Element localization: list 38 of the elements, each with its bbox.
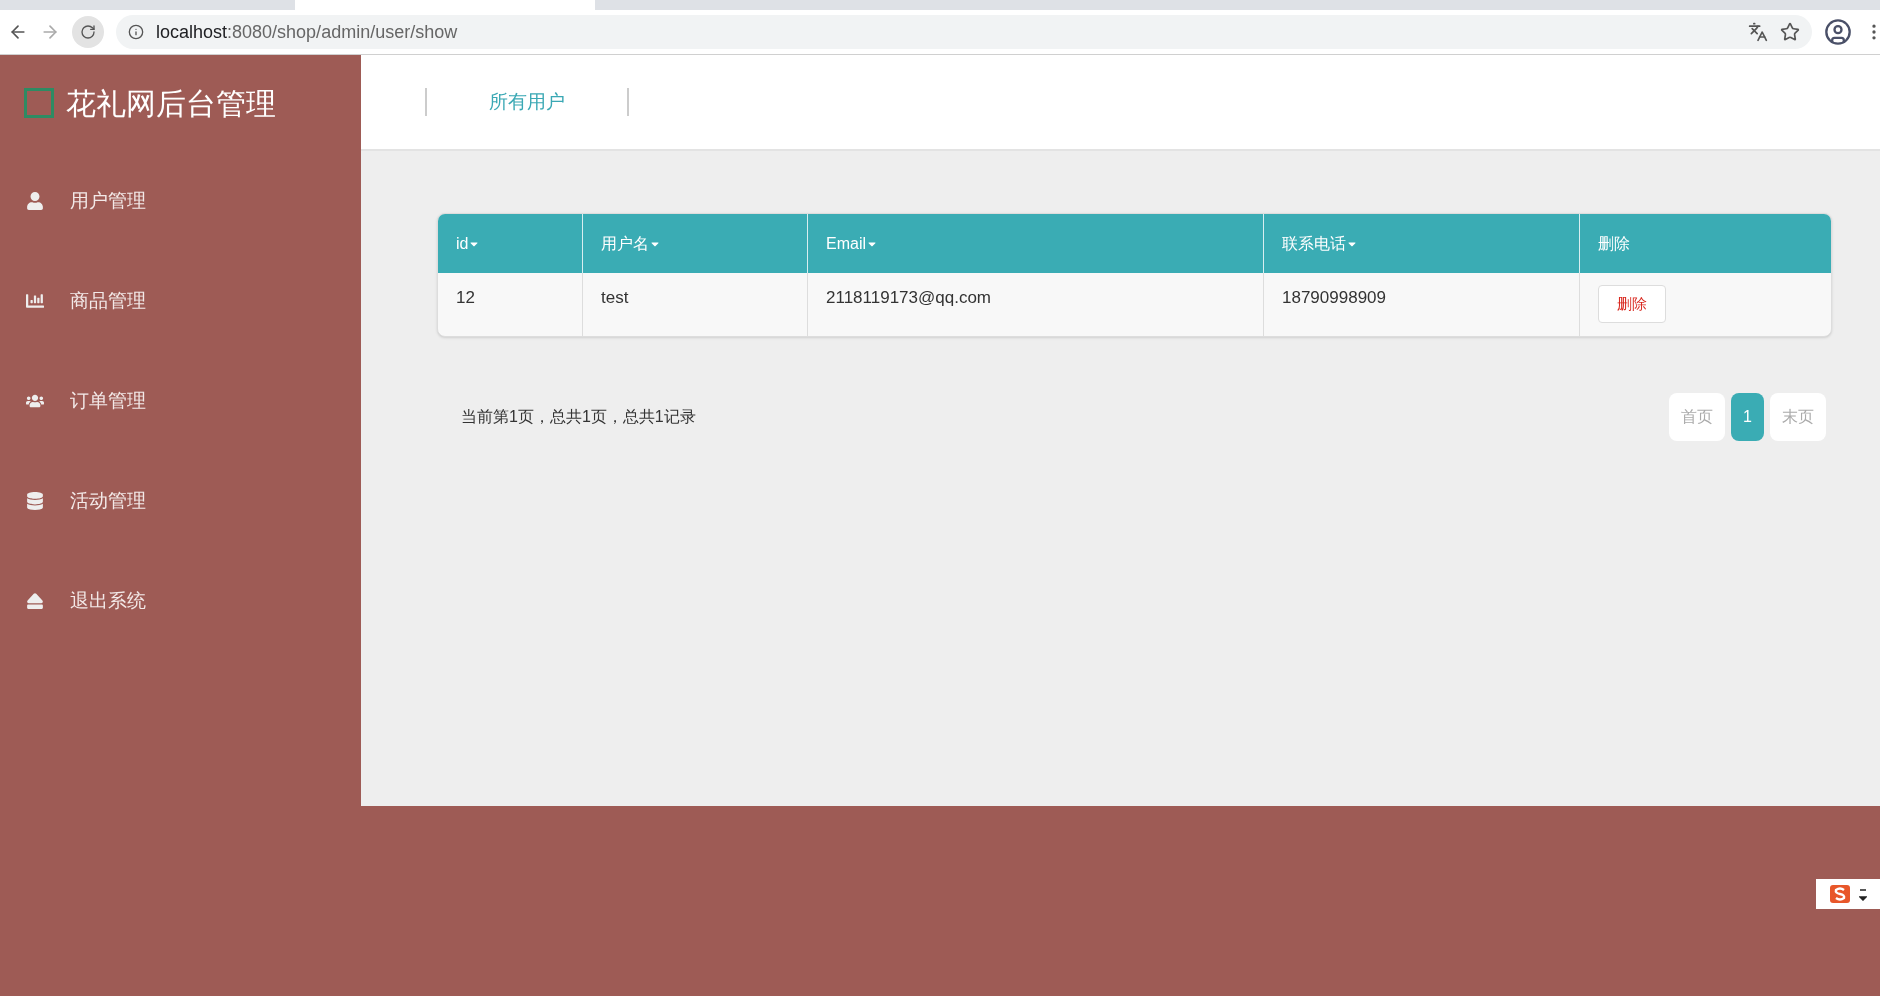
url-text: localhost:8080/shop/admin/user/show xyxy=(156,20,458,44)
page-button[interactable]: 1 xyxy=(1731,393,1764,441)
profile-icon[interactable] xyxy=(1824,18,1852,46)
person-icon xyxy=(26,192,44,210)
page-summary: 当前第1页，总共1页，总共1记录 xyxy=(461,407,696,427)
table-cell: test xyxy=(601,288,629,307)
address-bar[interactable]: localhost:8080/shop/admin/user/show xyxy=(116,15,1812,49)
people-icon xyxy=(26,392,44,410)
column-header: 删除 xyxy=(1597,233,1631,254)
database-icon xyxy=(26,492,44,510)
table-cell: 12 xyxy=(456,288,475,307)
reload-button[interactable] xyxy=(72,16,104,48)
table-cell: 2118119173@qq.com xyxy=(826,288,992,307)
column-header[interactable]: id xyxy=(438,214,583,273)
table-cell: 18790998909 xyxy=(1282,288,1386,307)
logo-square-icon xyxy=(24,88,54,118)
bookmark-star-icon[interactable] xyxy=(1780,22,1800,42)
reload-icon xyxy=(80,24,96,40)
delete-button[interactable]: 删除 xyxy=(1598,285,1666,323)
column-header[interactable]: 联系电话 xyxy=(1264,214,1580,273)
column-header[interactable]: 用户名 xyxy=(583,214,808,273)
input-method-logo-icon xyxy=(1829,884,1851,904)
page-button[interactable]: 末页 xyxy=(1770,393,1826,441)
translate-icon[interactable] xyxy=(1748,22,1768,42)
eject-icon xyxy=(26,592,44,610)
header-tab[interactable]: 所有用户 xyxy=(427,87,627,117)
column-header[interactable]: Email xyxy=(808,214,1264,273)
sidebar-item[interactable]: 商品管理 xyxy=(0,251,361,351)
sidebar-item[interactable]: 退出系统 xyxy=(0,551,361,651)
sidebar-item[interactable]: 活动管理 xyxy=(0,451,361,551)
input-method-widget[interactable] xyxy=(1816,879,1880,909)
sidebar-title: 花礼网后台管理 xyxy=(66,85,276,122)
sidebar-item[interactable]: 订单管理 xyxy=(0,351,361,451)
page-button[interactable]: 首页 xyxy=(1669,393,1726,441)
bar-chart-icon xyxy=(26,292,44,310)
sidebar-item[interactable]: 用户管理 xyxy=(0,151,361,251)
info-icon[interactable] xyxy=(128,24,144,40)
up-down-arrows-icon xyxy=(1859,887,1867,901)
